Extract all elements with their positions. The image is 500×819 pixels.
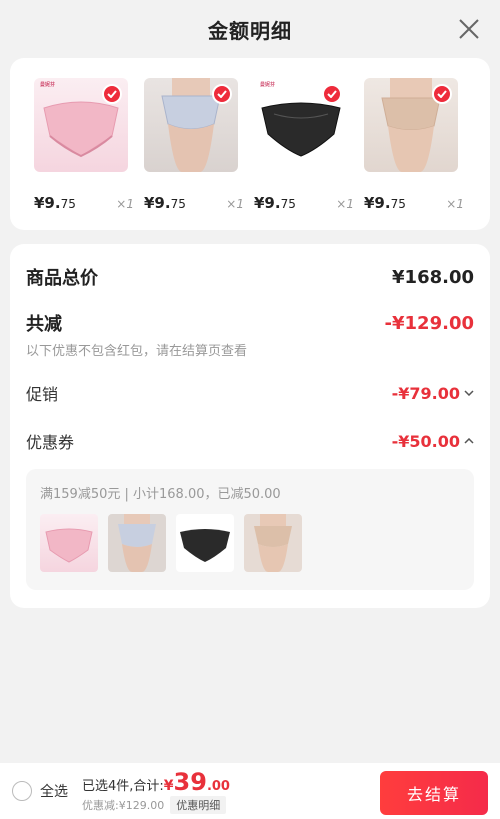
coupon-detail-title: 满159减50元 | 小计168.00，已减50.00 xyxy=(40,487,281,502)
total-value: ¥168.00 xyxy=(392,266,474,288)
coupon-row[interactable]: 优惠券 -¥50.00 xyxy=(26,429,474,453)
brand-logo: 曼妮芬 xyxy=(40,82,56,88)
promo-value-wrap: -¥79.00 xyxy=(392,384,474,403)
select-all-radio[interactable] xyxy=(12,781,32,801)
promo-row[interactable]: 促销 -¥79.00 xyxy=(26,381,474,405)
selected-check-icon[interactable] xyxy=(212,84,232,104)
product-qty: ×1 xyxy=(446,197,464,211)
product-item[interactable]: 曼妮芬 ¥9.75 ×1 xyxy=(254,78,364,230)
product-strip: 曼妮芬 ¥9.75 ×1 ¥9.75 ×1 曼妮芬 ¥9.75 ×1 ¥9.75… xyxy=(10,58,490,230)
discounted-amount: 优惠减:¥129.00 xyxy=(82,799,165,812)
total-amount-decimal: .00 xyxy=(206,779,230,794)
price-row: ¥9.75 ×1 xyxy=(364,194,464,212)
cart-totals: 已选4件,合计: ¥ 39 .00 优惠减:¥129.00 优惠明细 xyxy=(82,768,230,814)
checkout-button[interactable]: 去结算 xyxy=(380,771,488,815)
bottom-bar: 全选 已选4件,合计: ¥ 39 .00 优惠减:¥129.00 优惠明细 去结… xyxy=(0,763,500,819)
chevron-down-icon[interactable] xyxy=(464,390,474,396)
product-qty: ×1 xyxy=(336,197,354,211)
product-item[interactable]: ¥9.75 ×1 xyxy=(364,78,474,230)
discount-detail-button[interactable]: 优惠明细 xyxy=(170,796,227,814)
total-row: 商品总价 ¥168.00 xyxy=(26,264,474,290)
coupon-product-list xyxy=(40,514,460,572)
discount-label: 共减 xyxy=(26,314,62,335)
product-price: ¥9.75 xyxy=(254,194,296,212)
total-line: 已选4件,合计: ¥ 39 .00 xyxy=(82,768,230,796)
product-item[interactable]: 曼妮芬 ¥9.75 ×1 xyxy=(34,78,144,230)
product-price: ¥9.75 xyxy=(144,194,186,212)
currency-symbol: ¥ xyxy=(163,778,174,794)
product-image[interactable] xyxy=(364,78,458,172)
selected-check-icon[interactable] xyxy=(322,84,342,104)
coupon-detail-box: 满159减50元 | 小计168.00，已减50.00 xyxy=(26,469,474,590)
price-summary: 商品总价 ¥168.00 共减 -¥129.00 以下优惠不包含红包，请在结算页… xyxy=(10,244,490,608)
discount-line: 优惠减:¥129.00 优惠明细 xyxy=(82,796,230,814)
coupon-value: -¥50.00 xyxy=(391,431,460,451)
product-qty: ×1 xyxy=(116,197,134,211)
selected-count-text: 已选4件,合计: xyxy=(82,779,164,794)
product-price: ¥9.75 xyxy=(364,194,406,212)
coupon-label: 优惠券 xyxy=(26,433,75,452)
product-item[interactable]: ¥9.75 ×1 xyxy=(144,78,254,230)
price-row: ¥9.75 ×1 xyxy=(34,194,134,212)
discount-note: 以下优惠不包含红包，请在结算页查看 xyxy=(26,344,248,359)
coupon-value-wrap: -¥50.00 xyxy=(392,432,474,451)
discount-row: 共减 -¥129.00 xyxy=(26,310,474,336)
discount-value: -¥129.00 xyxy=(384,312,474,334)
mini-product-image xyxy=(244,514,302,572)
product-image[interactable]: 曼妮芬 xyxy=(34,78,128,172)
promo-label: 促销 xyxy=(26,385,59,404)
mini-product-image xyxy=(108,514,166,572)
price-row: ¥9.75 ×1 xyxy=(144,194,244,212)
selected-check-icon[interactable] xyxy=(432,84,452,104)
mini-product-image xyxy=(176,514,234,572)
page-title: 金额明细 xyxy=(208,18,292,43)
mini-product-image xyxy=(40,514,98,572)
selected-check-icon[interactable] xyxy=(102,84,122,104)
close-icon[interactable] xyxy=(456,16,482,42)
product-image[interactable] xyxy=(144,78,238,172)
promo-value: -¥79.00 xyxy=(391,383,460,403)
product-qty: ×1 xyxy=(226,197,244,211)
product-price: ¥9.75 xyxy=(34,194,76,212)
chevron-up-icon[interactable] xyxy=(464,438,474,444)
price-row: ¥9.75 ×1 xyxy=(254,194,354,212)
product-image[interactable]: 曼妮芬 xyxy=(254,78,348,172)
modal-header: 金额明细 xyxy=(0,0,500,58)
brand-logo: 曼妮芬 xyxy=(260,82,276,88)
total-amount: 39 xyxy=(173,768,207,796)
select-all-label[interactable]: 全选 xyxy=(40,781,68,801)
total-label: 商品总价 xyxy=(26,268,98,289)
